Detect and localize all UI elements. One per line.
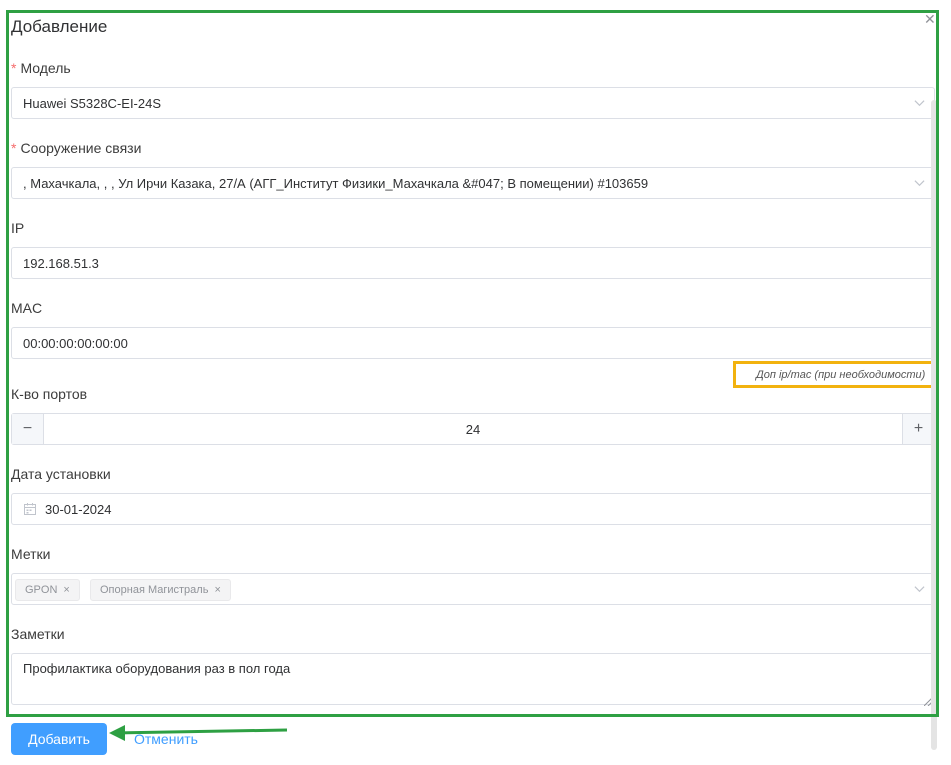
increment-button[interactable]: + <box>902 414 934 444</box>
chevron-down-icon <box>914 96 925 107</box>
add-device-dialog: Добавление ✕ * Модель Huawei S5328C-EI-24… <box>0 0 951 765</box>
tag-label: GPON <box>25 584 58 596</box>
model-value: Huawei S5328C-EI-24S <box>23 96 162 111</box>
extra-ip-mac-text: Доп ip/mac (при необходимости) <box>756 369 926 381</box>
scrollbar[interactable] <box>931 100 937 750</box>
facility-label: * Сооружение связи <box>11 140 141 156</box>
install-date-picker[interactable]: 30-01-2024 <box>11 493 935 525</box>
notes-textarea[interactable]: Профилактика оборудования раз в пол года <box>11 653 935 707</box>
calendar-icon <box>23 502 37 516</box>
facility-select[interactable]: , Махачкала, , , Ул Ирчи Казака, 27/А (А… <box>11 167 935 199</box>
tag-label: Опорная Магистраль <box>100 584 209 596</box>
facility-label-text: Сооружение связи <box>20 140 142 156</box>
mac-value: 00:00:00:00:00:00 <box>23 336 128 351</box>
model-select[interactable]: Huawei S5328C-EI-24S <box>11 87 935 119</box>
close-icon[interactable]: ✕ <box>924 12 936 26</box>
ports-label: К-во портов <box>11 386 88 402</box>
tag-remove-icon[interactable]: × <box>214 584 220 596</box>
tag-chip: Опорная Магистраль × <box>90 579 231 601</box>
tags-select[interactable]: GPON × Опорная Магистраль × <box>11 573 935 605</box>
tag-chip: GPON × <box>15 579 80 601</box>
chevron-down-icon <box>914 582 925 593</box>
required-mark: * <box>11 60 17 76</box>
dialog-title: Добавление <box>11 17 108 36</box>
add-button[interactable]: Добавить <box>11 723 107 755</box>
mac-label: MAC <box>11 300 43 316</box>
notes-value: Профилактика оборудования раз в пол года <box>23 661 291 676</box>
extra-ip-mac-link[interactable]: Доп ip/mac (при необходимости) <box>733 361 939 388</box>
mac-input[interactable]: 00:00:00:00:00:00 <box>11 327 935 359</box>
install-date-value: 30-01-2024 <box>45 502 112 517</box>
tags-label: Метки <box>11 546 51 562</box>
model-label-text: Модель <box>20 60 71 76</box>
ip-label: IP <box>11 220 25 236</box>
ip-value: 192.168.51.3 <box>23 256 99 271</box>
required-mark: * <box>11 140 17 156</box>
chevron-down-icon <box>914 176 925 187</box>
facility-value: , Махачкала, , , Ул Ирчи Казака, 27/А (А… <box>23 176 649 191</box>
tag-remove-icon[interactable]: × <box>63 584 69 596</box>
ports-value: 24 <box>465 422 481 437</box>
ip-input[interactable]: 192.168.51.3 <box>11 247 935 279</box>
annotation-arrow-icon <box>109 725 288 741</box>
ports-stepper[interactable]: − 24 + <box>11 413 935 445</box>
model-label: * Модель <box>11 60 71 76</box>
notes-label: Заметки <box>11 626 65 642</box>
install-date-label: Дата установки <box>11 466 111 482</box>
